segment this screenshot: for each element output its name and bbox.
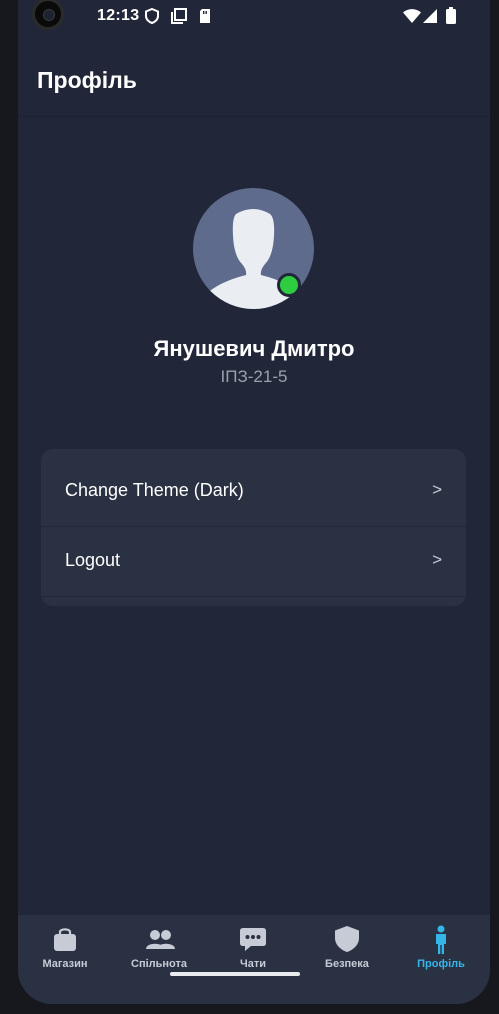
logout-item[interactable]: Logout > — [41, 527, 466, 597]
chevron-right-icon: > — [432, 550, 442, 569]
phone-frame: 12:13 Профіль Янушевич Дмитро ІПЗ-21-5 C… — [0, 0, 499, 1014]
change-theme-label: Change Theme (Dark) — [65, 480, 244, 500]
person-icon — [436, 925, 446, 954]
chevron-right-icon: > — [432, 480, 442, 499]
tab-profile[interactable]: Профіль — [394, 915, 488, 985]
tab-shop[interactable]: Магазин — [18, 915, 112, 985]
tab-shop-label: Магазин — [42, 958, 88, 970]
tab-profile-label: Профіль — [417, 958, 465, 970]
chat-bubble-icon — [240, 928, 266, 951]
app-header: Профіль — [18, 34, 490, 117]
profile-group: ІПЗ-21-5 — [220, 367, 288, 386]
app-screen: 12:13 Профіль Янушевич Дмитро ІПЗ-21-5 C… — [18, 0, 490, 1004]
page-title: Профіль — [37, 67, 137, 93]
tab-security[interactable]: Безпека — [300, 915, 394, 985]
status-bar: 12:13 — [18, 0, 490, 34]
cell-signal-icon — [423, 9, 437, 28]
wifi-icon — [403, 9, 421, 28]
tab-community-label: Спільнота — [131, 958, 187, 970]
logout-label: Logout — [65, 550, 121, 570]
shield-icon — [335, 926, 359, 952]
home-indicator[interactable] — [170, 972, 300, 976]
sd-card-icon — [199, 8, 211, 29]
vpn-shield-icon — [145, 7, 159, 29]
camera-cutout — [32, 0, 64, 30]
tab-chats-label: Чати — [240, 958, 266, 970]
profile-name: Янушевич Дмитро — [153, 336, 355, 361]
status-time: 12:13 — [97, 7, 140, 24]
change-theme-item[interactable]: Change Theme (Dark) > — [41, 457, 466, 527]
screen-record-icon — [171, 8, 187, 29]
tab-security-label: Безпека — [325, 958, 369, 970]
settings-menu: Change Theme (Dark) > Logout > — [41, 449, 466, 606]
online-status-indicator — [277, 273, 301, 297]
shopping-bag-icon — [54, 928, 76, 951]
people-icon — [146, 930, 175, 949]
bottom-tab-bar: Магазин Спільнота Чати Безпека Профіль — [18, 915, 490, 1004]
battery-icon — [446, 7, 456, 29]
